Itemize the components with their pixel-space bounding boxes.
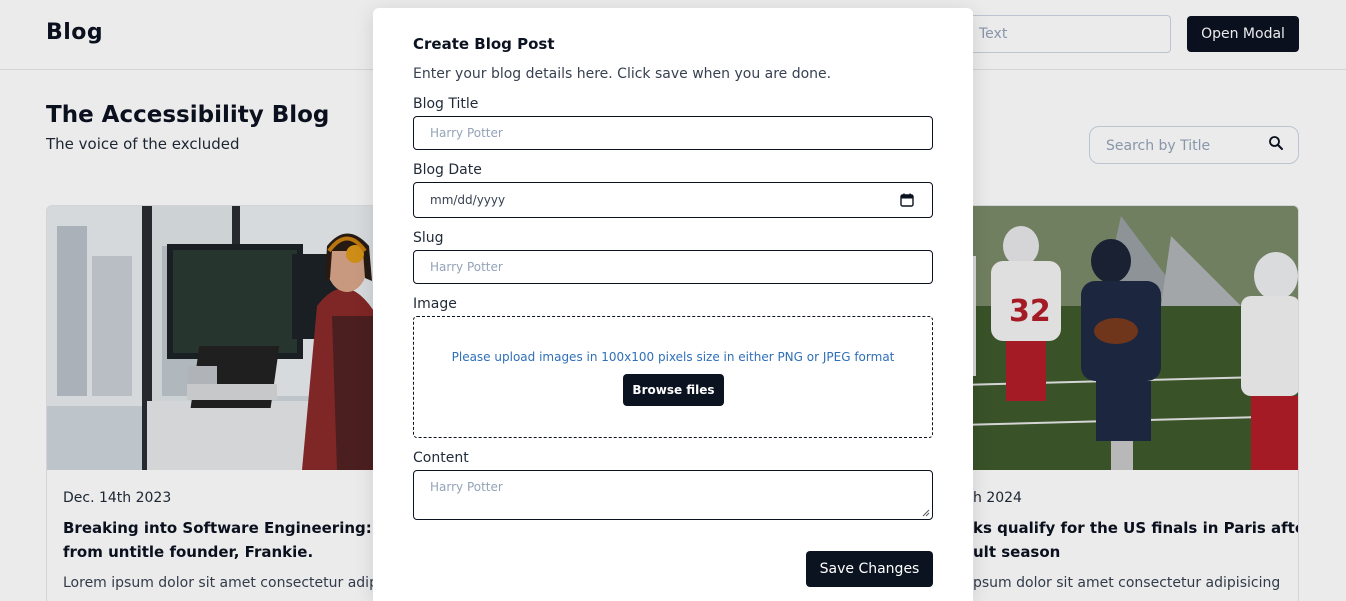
blog-title-label: Blog Title: [413, 96, 479, 112]
modal-title: Create Blog Post: [413, 35, 555, 53]
slug-label: Slug: [413, 230, 444, 246]
content-label: Content: [413, 450, 469, 466]
create-post-modal: Create Blog Post Enter your blog details…: [373, 8, 973, 601]
slug-input[interactable]: Harry Potter: [413, 250, 933, 284]
content-textarea[interactable]: Harry Potter: [413, 470, 933, 520]
modal-description: Enter your blog details here. Click save…: [413, 66, 832, 82]
content-placeholder: Harry Potter: [430, 480, 503, 494]
blog-title-placeholder: Harry Potter: [430, 126, 503, 140]
save-changes-button[interactable]: Save Changes: [806, 551, 933, 587]
calendar-icon[interactable]: [900, 193, 914, 207]
resize-handle-icon[interactable]: [922, 509, 930, 517]
blog-date-placeholder: mm/dd/yyyy: [430, 193, 506, 207]
image-label: Image: [413, 296, 457, 312]
blog-date-label: Blog Date: [413, 162, 482, 178]
image-dropzone[interactable]: Please upload images in 100x100 pixels s…: [413, 316, 933, 438]
blog-title-input[interactable]: Harry Potter: [413, 116, 933, 150]
blog-date-input[interactable]: mm/dd/yyyy: [413, 182, 933, 218]
upload-hint: Please upload images in 100x100 pixels s…: [451, 350, 895, 364]
slug-placeholder: Harry Potter: [430, 260, 503, 274]
browse-files-button[interactable]: Browse files: [623, 374, 724, 406]
